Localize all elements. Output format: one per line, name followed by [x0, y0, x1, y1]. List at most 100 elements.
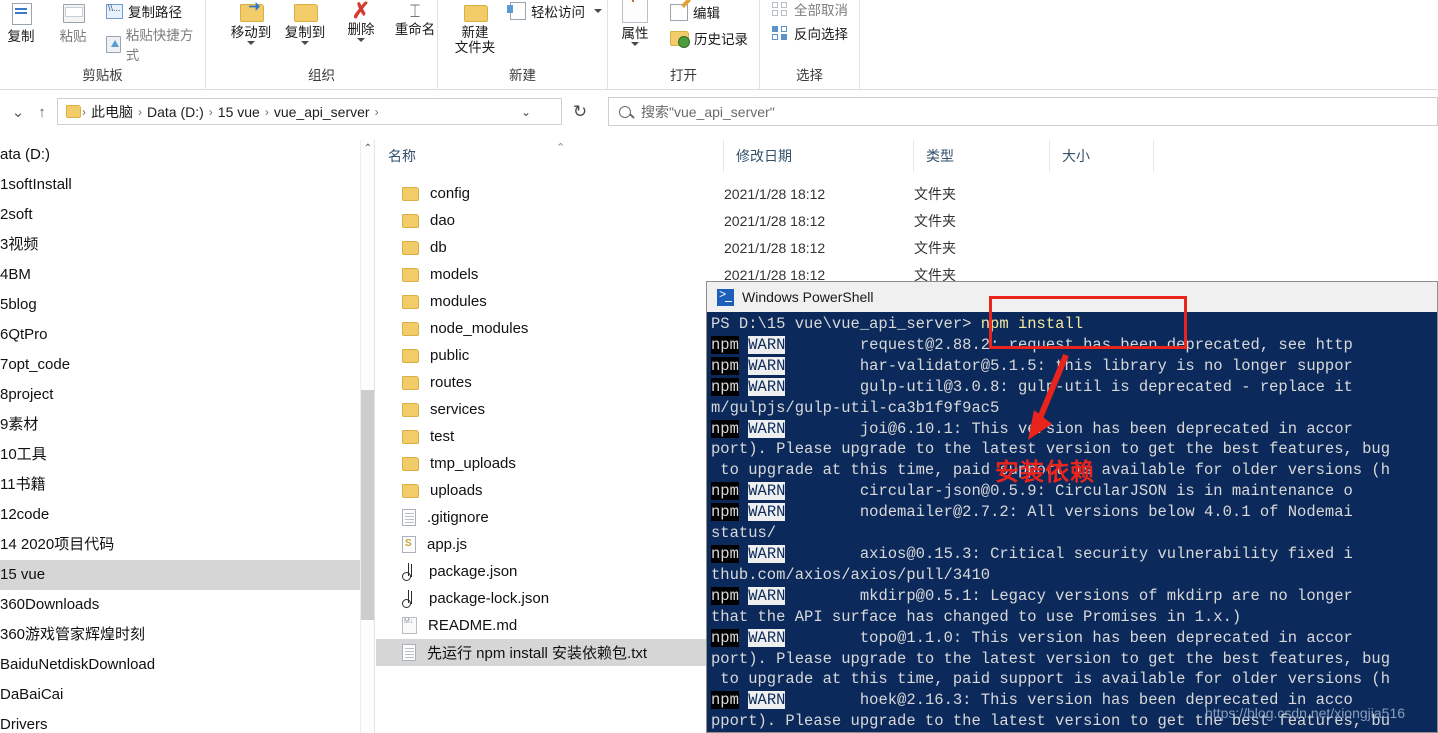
copy-label: 复制 [7, 29, 35, 44]
console-line-text: status/ [711, 524, 777, 543]
console-npm-tag: npm [711, 419, 739, 438]
nav-item-label: 6QtPro [0, 326, 48, 343]
folder-icon [402, 267, 419, 282]
console-warn-tag: WARN [748, 503, 786, 522]
nav-item-13[interactable]: 14 2020项目代码 [0, 530, 372, 560]
table-row[interactable]: dao 2021/1/28 18:12 文件夹 [376, 207, 1438, 234]
nav-item-12[interactable]: 12code [0, 500, 372, 530]
easy-access-button[interactable]: 轻松访问 [507, 1, 602, 21]
breadcrumb-item-1[interactable]: Data (D:) [143, 104, 208, 120]
move-to-button[interactable]: 移动到 [222, 2, 280, 45]
file-name-cell: tmp_uploads [376, 455, 710, 472]
delete-label: 删除 [347, 22, 375, 37]
watermark-label: https://blog.csdn.net/xiongjia516 [1205, 705, 1406, 721]
nav-item-10[interactable]: 10工具 [0, 440, 372, 470]
paste-shortcut-label: 粘贴快捷方式 [125, 28, 194, 63]
nav-item-label: Drivers [0, 716, 48, 733]
nav-item-2[interactable]: 2soft [0, 200, 372, 230]
new-folder-button[interactable]: 新建 文件夹 [446, 2, 504, 55]
breadcrumb-item-3[interactable]: vue_api_server [270, 104, 374, 120]
invert-selection-button[interactable]: 反向选择 [772, 23, 848, 43]
edit-button[interactable]: 编辑 [670, 2, 720, 22]
chevron-down-icon[interactable] [631, 42, 639, 46]
chevron-down-icon[interactable] [357, 38, 365, 42]
folder-icon [66, 105, 81, 118]
console-npm-tag: npm [711, 503, 739, 522]
console-warn-tag: WARN [748, 419, 786, 438]
nav-scrollbar[interactable]: ⌃ [360, 140, 375, 733]
nav-item-14[interactable]: 15 vue [0, 560, 372, 590]
navigation-pane[interactable]: ata (D:) 1softInstall 2soft 3视频 4BM 5blog 6QtP… [0, 140, 372, 733]
paste-button[interactable]: 粘贴 [44, 2, 102, 44]
copy-to-button[interactable]: 复制到 [276, 2, 334, 45]
nav-scroll-thumb[interactable] [361, 390, 375, 620]
nav-item-8[interactable]: 8project [0, 380, 372, 410]
path-dropdown-icon[interactable]: ⌄ [521, 105, 531, 119]
file-name-label: public [430, 347, 470, 364]
chevron-down-icon[interactable] [301, 41, 309, 45]
select-none-button[interactable]: 全部取消 [772, 0, 848, 19]
nav-item-label: 3视频 [0, 236, 39, 253]
nav-item-16[interactable]: 360游戏管家辉煌时刻 [0, 620, 372, 650]
copy-button[interactable]: 复制 [0, 2, 50, 44]
search-box[interactable]: 搜索"vue_api_server" [608, 97, 1438, 126]
console-line-text: axios@0.15.3: Critical security vulnerab… [785, 544, 1353, 563]
nav-item-18[interactable]: DaBaiCai [0, 680, 372, 710]
column-header-date[interactable]: 修改日期 [724, 140, 914, 172]
nav-item-1[interactable]: 1softInstall [0, 170, 372, 200]
file-name-cell: test [376, 428, 710, 445]
nav-item-label: ata (D:) [0, 146, 51, 163]
paste-icon [60, 2, 86, 26]
console-line-text: m/gulpjs/gulp-util-ca3b1f9f9ac5 [711, 398, 1000, 417]
breadcrumb-item-0[interactable]: 此电脑 [87, 102, 137, 122]
nav-item-label: 5blog [0, 296, 37, 313]
breadcrumb-item-2[interactable]: 15 vue [214, 104, 264, 120]
nav-item-11[interactable]: 11书籍 [0, 470, 372, 500]
nav-item-3[interactable]: 3视频 [0, 230, 372, 260]
nav-item-6[interactable]: 6QtPro [0, 320, 372, 350]
nav-item-15[interactable]: 360Downloads [0, 590, 372, 620]
table-row[interactable]: db 2021/1/28 18:12 文件夹 [376, 234, 1438, 261]
file-name-cell: public [376, 347, 710, 364]
console-warn-tag: WARN [748, 482, 786, 501]
console-warn-tag: WARN [748, 586, 786, 605]
nav-item-7[interactable]: 7opt_code [0, 350, 372, 380]
file-date-cell: 2021/1/28 18:12 [724, 212, 826, 229]
nav-item-0[interactable]: ata (D:) [0, 140, 372, 170]
console-npm-tag: npm [711, 335, 739, 354]
recent-locations-button[interactable]: ⌄ [6, 101, 30, 125]
folder-icon [402, 240, 419, 255]
nav-item-19[interactable]: Drivers [0, 710, 372, 733]
table-row[interactable]: config 2021/1/28 18:12 文件夹 [376, 180, 1438, 207]
column-header-size[interactable]: 大小 [1050, 140, 1154, 172]
nav-item-9[interactable]: 9素材 [0, 410, 372, 440]
properties-button[interactable]: 属性 [606, 0, 664, 46]
column-header-name[interactable]: 名称 [376, 140, 724, 172]
up-one-level-button[interactable]: ↑ [30, 101, 54, 125]
pane-splitter[interactable] [374, 140, 375, 733]
nav-item-4[interactable]: 4BM [0, 260, 372, 290]
file-name-cell: services [376, 401, 710, 418]
group-title-select: 选择 [796, 68, 823, 83]
new-folder-icon [462, 2, 488, 22]
file-name-label: config [430, 185, 471, 202]
chevron-down-icon[interactable] [594, 9, 602, 13]
nav-item-5[interactable]: 5blog [0, 290, 372, 320]
chevron-down-icon[interactable] [247, 41, 255, 45]
column-header-type[interactable]: 类型 [914, 140, 1050, 172]
file-name-cell: dao [376, 212, 710, 229]
history-button[interactable]: 历史记录 [670, 28, 748, 48]
rename-button[interactable]: ⌶ 重命名 [386, 2, 444, 38]
file-name-cell: README.md [376, 617, 710, 634]
paste-shortcut-button[interactable]: 粘贴快捷方式 [106, 24, 205, 64]
console-line-text: topo@1.1.0: This version has been deprec… [785, 628, 1353, 647]
scroll-up-icon[interactable]: ⌃ [361, 140, 375, 158]
breadcrumb-path-bar[interactable]: › 此电脑 › Data (D:) › 15 vue › vue_api_ser… [57, 98, 562, 125]
nav-item-17[interactable]: BaiduNetdiskDownload [0, 650, 372, 680]
powershell-icon [717, 288, 734, 306]
nav-item-label: 360Downloads [0, 596, 100, 613]
refresh-button[interactable]: ↻ [568, 100, 592, 124]
document-icon [402, 644, 416, 661]
delete-button[interactable]: ✗ 删除 [332, 0, 390, 42]
copy-path-button[interactable]: 复制路径 [106, 1, 182, 21]
